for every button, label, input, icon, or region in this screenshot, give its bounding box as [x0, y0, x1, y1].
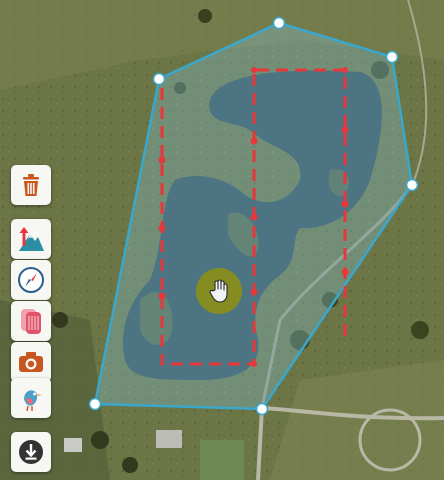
overlap-button[interactable] — [11, 301, 51, 341]
vertex-handle[interactable] — [88, 397, 102, 411]
tree — [198, 9, 212, 23]
vertex-handle[interactable] — [405, 178, 419, 192]
drag-cursor — [196, 268, 242, 314]
layers-icon — [21, 309, 41, 334]
building — [200, 440, 244, 480]
tree — [122, 457, 138, 473]
satellite-map[interactable] — [0, 0, 444, 480]
vertex-handle[interactable] — [152, 72, 166, 86]
vertex-handle[interactable] — [272, 16, 286, 30]
bird-icon — [24, 390, 42, 412]
trash-icon — [23, 174, 39, 196]
tree — [91, 431, 109, 449]
camera-button[interactable] — [11, 342, 51, 382]
delete-button[interactable] — [11, 165, 51, 205]
tree — [52, 312, 68, 328]
map-canvas[interactable] — [0, 0, 444, 480]
download-icon — [19, 440, 43, 464]
altitude-mountain-icon — [19, 227, 44, 251]
vertex-handle[interactable] — [385, 50, 399, 64]
vertex-handle[interactable] — [255, 402, 269, 416]
altitude-button[interactable] — [11, 219, 51, 259]
compass-icon — [18, 267, 44, 293]
tree — [411, 321, 429, 339]
camera-icon — [19, 352, 43, 372]
hand-cursor-icon — [209, 279, 228, 303]
building — [64, 438, 82, 452]
drone-button[interactable] — [11, 378, 51, 418]
heading-button[interactable] — [11, 260, 51, 300]
download-button[interactable] — [11, 432, 51, 472]
building — [156, 430, 182, 448]
